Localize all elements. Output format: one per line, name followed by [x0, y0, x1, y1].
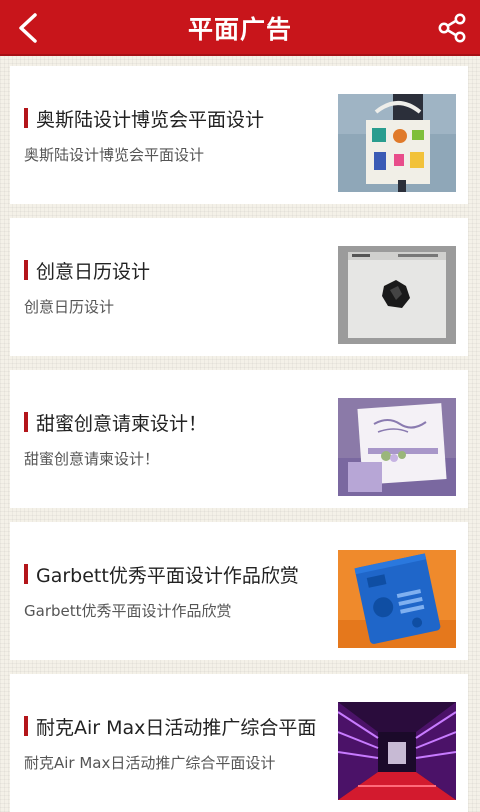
share-icon: [438, 13, 466, 43]
accent-bar: [24, 564, 28, 584]
article-title-text: 创意日历设计: [36, 260, 151, 283]
article-title-text: 甜蜜创意请柬设计！: [36, 412, 208, 435]
app-header: 平面广告: [0, 0, 480, 56]
article-title-text: Garbett优秀平面设计作品欣赏: [36, 564, 299, 587]
invitation-card-image: [338, 398, 456, 496]
neon-tunnel-image: [338, 702, 456, 800]
accent-bar: [24, 260, 28, 280]
blue-box-design-image: [338, 550, 456, 648]
article-summary: 甜蜜创意请柬设计！: [24, 450, 160, 468]
page-title: 平面广告: [187, 15, 292, 44]
article-summary: 奥斯陆设计博览会平面设计: [24, 146, 205, 164]
article-title-text: 耐克Air Max日活动推广综合平面: [36, 716, 317, 739]
article-title: Garbett优秀平面设计作品欣赏: [24, 560, 324, 588]
article-title-text: 奥斯陆设计博览会平面设计: [36, 108, 265, 131]
article-card[interactable]: 创意日历设计 创意日历设计: [10, 218, 468, 356]
accent-bar: [24, 108, 28, 128]
article-card[interactable]: 甜蜜创意请柬设计！ 甜蜜创意请柬设计！: [10, 370, 468, 508]
article-title: 耐克Air Max日活动推广综合平面: [24, 712, 324, 740]
calendar-design-image: [338, 246, 456, 344]
article-card[interactable]: 耐克Air Max日活动推广综合平面 耐克Air Max日活动推广综合平面设计: [10, 674, 468, 812]
article-summary: Garbett优秀平面设计作品欣赏: [24, 602, 232, 620]
tote-bag-design-image: [338, 94, 456, 192]
article-card[interactable]: Garbett优秀平面设计作品欣赏 Garbett优秀平面设计作品欣赏: [10, 522, 468, 660]
article-summary: 创意日历设计: [24, 298, 115, 316]
article-title: 甜蜜创意请柬设计！: [24, 408, 324, 436]
article-title: 奥斯陆设计博览会平面设计: [24, 104, 324, 132]
accent-bar: [24, 716, 28, 736]
article-title: 创意日历设计: [24, 256, 324, 284]
share-button[interactable]: [430, 6, 474, 50]
article-summary: 耐克Air Max日活动推广综合平面设计: [24, 754, 276, 772]
accent-bar: [24, 412, 28, 432]
article-card[interactable]: 奥斯陆设计博览会平面设计 奥斯陆设计博览会平面设计: [10, 66, 468, 204]
article-list: 奥斯陆设计博览会平面设计 奥斯陆设计博览会平面设计 创意日历设计 创意日历设计 …: [0, 56, 480, 812]
